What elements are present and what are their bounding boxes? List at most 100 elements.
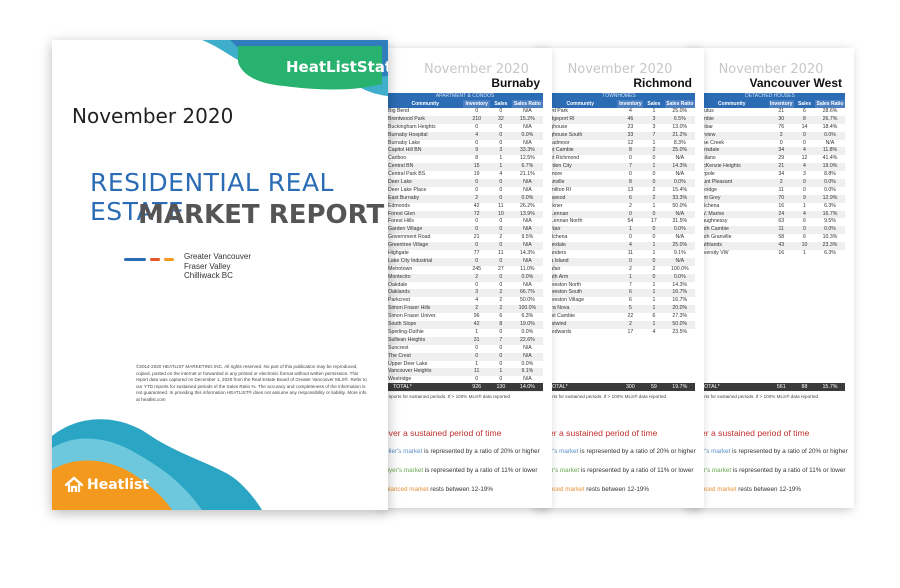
row-community: McLennan — [544, 210, 569, 217]
sheet-date: November 2020 — [718, 62, 824, 77]
row-sales-ratio: 9.5% — [824, 218, 836, 225]
table-row: University VW 16 1 6.3% — [695, 250, 845, 258]
row-community: Terra Nova — [544, 305, 570, 312]
row-community: Quilchena — [544, 234, 568, 241]
row-community: Gilmore — [544, 171, 563, 178]
row-community: Burnaby Hospital — [388, 131, 428, 138]
row-inventory: 0 — [475, 139, 479, 146]
row-sales: 8 — [499, 321, 503, 328]
row-sales: 3 — [652, 123, 656, 130]
row-sales: 11 — [498, 250, 504, 257]
row-community: Oakridge — [696, 186, 718, 193]
row-inventory: 21 — [473, 234, 480, 241]
row-community: Sea Island — [544, 257, 569, 264]
table-row: Oakdale 0 0 N/A — [387, 282, 543, 290]
table-row: Sperling-Duthie 1 0 0.0% — [387, 329, 543, 337]
col-sales-ratio: Sales Ratio — [815, 100, 845, 108]
house-icon — [64, 476, 84, 492]
table-row: Mount Pleasant 2 0 0.0% — [695, 179, 845, 187]
row-inventory: 12 — [627, 139, 634, 146]
regions-list: Greater Vancouver Fraser Valley Chilliwa… — [184, 252, 251, 281]
row-inventory: 30 — [778, 115, 785, 122]
col-sales: Sales — [643, 100, 665, 108]
row-inventory: 0 — [475, 226, 479, 233]
row-sales-ratio: 14.3% — [672, 163, 688, 170]
row-inventory: 4 — [475, 131, 479, 138]
row-sales: 1 — [652, 139, 656, 146]
row-sales-ratio: 6.5% — [673, 115, 686, 122]
row-sales: 0 — [652, 155, 656, 162]
row-community: The Crest — [388, 352, 411, 359]
row-community: Shaughnessy — [696, 218, 728, 225]
row-sales: 1 — [652, 305, 656, 312]
col-sales-ratio: Sales Ratio — [664, 100, 695, 108]
row-inventory: 1 — [475, 328, 479, 335]
table-row: Highgate 77 11 14.3% — [387, 250, 543, 258]
row-sales-ratio: 25.0% — [672, 147, 688, 154]
table-row: Oakridge 11 0 0.0% — [695, 187, 845, 195]
legend-text: is represented by a ratio of 11% or lowe… — [731, 467, 846, 474]
row-sales: 2 — [652, 265, 656, 272]
row-sales: 2 — [499, 297, 503, 304]
row-sales: 0 — [499, 139, 503, 146]
row-sales-ratio: 16.7% — [672, 289, 688, 296]
row-sales: 2 — [499, 289, 503, 296]
row-community: Forest Glen — [388, 210, 416, 217]
row-sales: 7 — [499, 336, 503, 343]
table-row: Garden Village 0 0 N/A — [387, 226, 543, 235]
row-sales: 11 — [498, 202, 504, 209]
table-row: The Crest 0 0 N/A — [387, 352, 543, 361]
row-inventory: 2 — [475, 273, 479, 280]
table-row: Terra Nova 5 1 20.0% — [543, 305, 695, 314]
sheet-city: Vancouver West — [749, 76, 842, 90]
row-sales-ratio: N/A — [675, 210, 685, 217]
row-sales: 0 — [499, 194, 503, 201]
row-inventory: 0 — [475, 179, 479, 186]
row-sales-ratio: 11.0% — [520, 265, 535, 272]
row-inventory: 8 — [475, 155, 479, 162]
row-sales: 7 — [652, 131, 656, 138]
table-row: Woodwards 17 4 23.5% — [543, 329, 695, 337]
row-sales: 3 — [803, 171, 806, 178]
row-inventory: 2 — [628, 202, 632, 209]
total-ratio: 15.7% — [822, 384, 838, 390]
row-sales-ratio: N/A — [523, 242, 532, 249]
table-row: Edmonds 42 11 26.2% — [387, 203, 543, 211]
row-inventory: 17 — [627, 328, 634, 335]
table-row: Buckingham Heights 0 0 N/A — [387, 124, 543, 132]
row-community: Brighouse South — [544, 131, 583, 138]
row-community: Garden Village — [388, 226, 423, 233]
row-sales-ratio: 11.8% — [822, 147, 838, 154]
row-inventory: 23 — [627, 123, 634, 130]
table-row: S.W. Marine 24 4 16.7% — [695, 210, 845, 219]
row-inventory: 4 — [628, 108, 632, 114]
table-row: Steveston North 7 1 14.3% — [543, 282, 695, 290]
row-community: Lackner — [544, 202, 563, 209]
row-sales-ratio: N/A — [523, 281, 532, 288]
table-row: Greentree Village 0 0 N/A — [387, 242, 543, 251]
row-sales: 0 — [652, 171, 656, 178]
row-sales-ratio: 50.0% — [520, 297, 535, 304]
table-row: Arbutus 21 6 28.6% — [695, 108, 845, 116]
row-inventory: 1 — [475, 360, 479, 367]
row-inventory: 77 — [473, 250, 480, 257]
table-row: Saunders 11 1 9.1% — [543, 250, 695, 258]
row-sales: 0 — [803, 139, 806, 146]
table-row: Simon Fraser Hills 2 2 100.0% — [387, 305, 543, 314]
row-sales-ratio: N/A — [523, 108, 532, 114]
row-sales-ratio: 9.1% — [521, 368, 534, 375]
row-inventory: 0 — [475, 218, 479, 225]
row-sales-ratio: N/A — [523, 179, 532, 186]
row-inventory: 0 — [628, 257, 632, 264]
row-community: Simon Fraser Univer. — [388, 313, 437, 320]
row-inventory: 2 — [779, 131, 783, 138]
sheet-city: Richmond — [633, 76, 692, 90]
row-community: South Cambie — [696, 226, 729, 233]
row-inventory: 245 — [472, 265, 482, 272]
row-community: Deer Lake — [388, 179, 412, 186]
row-inventory: 210 — [472, 115, 482, 122]
row-sales: 1 — [803, 202, 806, 209]
row-sales: 0 — [803, 226, 806, 233]
row-community: Riverdale — [544, 242, 566, 249]
row-sales: 1 — [652, 108, 656, 114]
